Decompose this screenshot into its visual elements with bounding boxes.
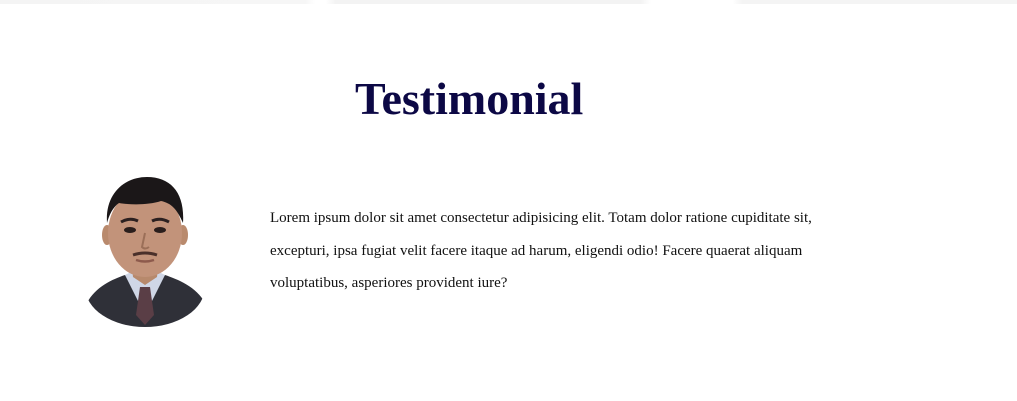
person-portrait-icon	[85, 175, 205, 327]
avatar	[85, 175, 205, 327]
testimonial-heading: Testimonial	[355, 73, 584, 124]
testimonial-quote: Lorem ipsum dolor sit amet consectetur a…	[270, 210, 812, 291]
testimonial-page: Testimonial Lorem ipsum dolor sit amet c…	[0, 0, 1017, 401]
top-divider	[0, 0, 1017, 4]
